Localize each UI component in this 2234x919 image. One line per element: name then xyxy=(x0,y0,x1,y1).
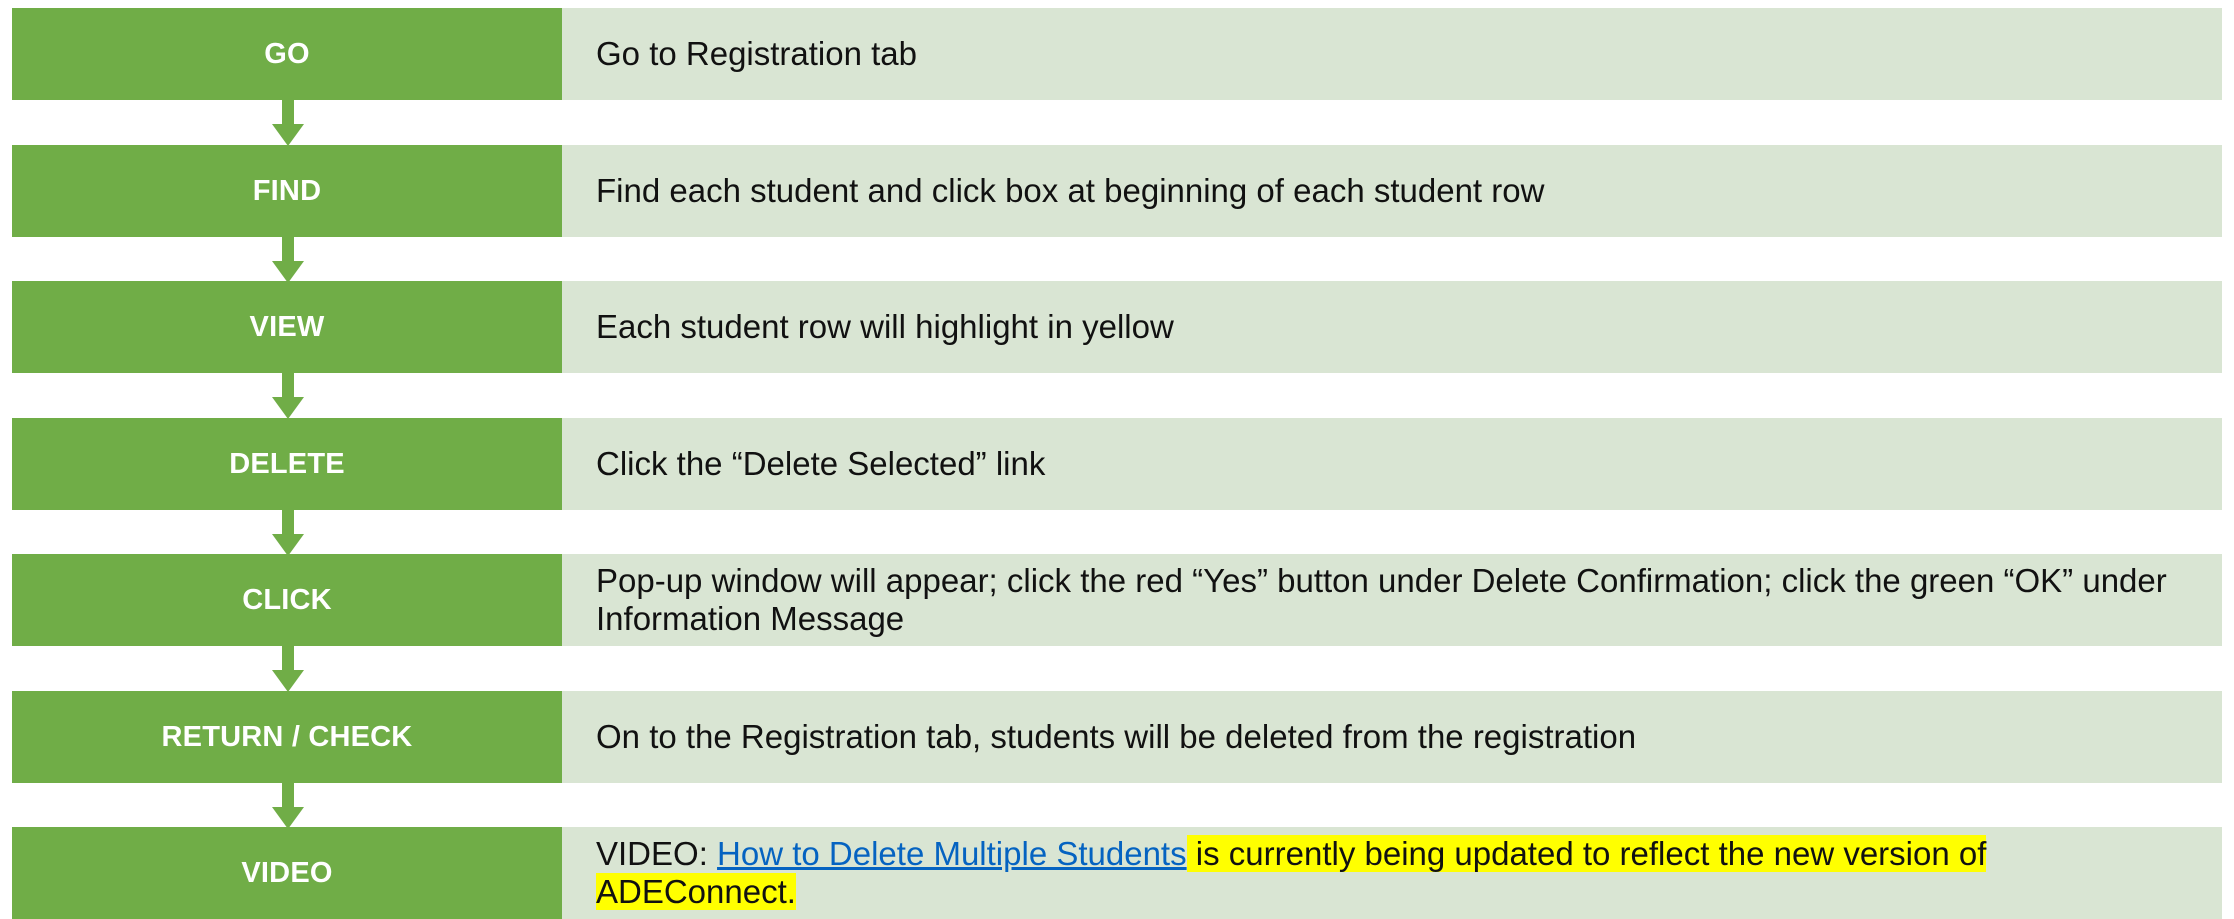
step-label: VIEW xyxy=(12,281,562,373)
step-view: VIEW Each student row will highlight in … xyxy=(12,281,2222,373)
step-label: RETURN / CHECK xyxy=(12,691,562,783)
step-description-box: Click the “Delete Selected” link xyxy=(562,418,2222,510)
step-description: On to the Registration tab, students wil… xyxy=(596,718,1637,755)
step-find: FIND Find each student and click box at … xyxy=(12,145,2222,237)
step-description-box: VIDEO: How to Delete Multiple Students i… xyxy=(562,827,2222,919)
down-arrow-icon xyxy=(272,646,304,692)
step-click: CLICK Pop-up window will appear; click t… xyxy=(12,554,2222,646)
down-arrow-icon xyxy=(272,783,304,829)
step-label: VIDEO xyxy=(12,827,562,919)
video-prefix: VIDEO: xyxy=(596,835,718,872)
step-description: Click the “Delete Selected” link xyxy=(596,445,1046,482)
step-label: FIND xyxy=(12,145,562,237)
step-description-box: On to the Registration tab, students wil… xyxy=(562,691,2222,783)
step-description: VIDEO: How to Delete Multiple Students i… xyxy=(596,835,2188,911)
step-description: Each student row will highlight in yello… xyxy=(596,308,1174,345)
step-label: DELETE xyxy=(12,418,562,510)
step-description: Go to Registration tab xyxy=(596,35,918,72)
step-description-box: Each student row will highlight in yello… xyxy=(562,281,2222,373)
down-arrow-icon xyxy=(272,510,304,556)
video-link[interactable]: How to Delete Multiple Students xyxy=(717,835,1187,872)
step-video: VIDEO VIDEO: How to Delete Multiple Stud… xyxy=(12,827,2222,919)
step-label: GO xyxy=(12,8,562,100)
process-flow: GO Go to Registration tab FIND Find each… xyxy=(0,0,2234,919)
step-description: Find each student and click box at begin… xyxy=(596,172,1545,209)
step-description: Pop-up window will appear; click the red… xyxy=(596,562,2167,637)
step-go: GO Go to Registration tab xyxy=(12,8,2222,100)
step-description-box: Find each student and click box at begin… xyxy=(562,145,2222,237)
step-description-box: Pop-up window will appear; click the red… xyxy=(562,554,2222,646)
down-arrow-icon xyxy=(272,100,304,146)
down-arrow-icon xyxy=(272,237,304,283)
step-return-check: RETURN / CHECK On to the Registration ta… xyxy=(12,691,2222,783)
step-delete: DELETE Click the “Delete Selected” link xyxy=(12,418,2222,510)
step-label: CLICK xyxy=(12,554,562,646)
step-description-box: Go to Registration tab xyxy=(562,8,2222,100)
down-arrow-icon xyxy=(272,373,304,419)
